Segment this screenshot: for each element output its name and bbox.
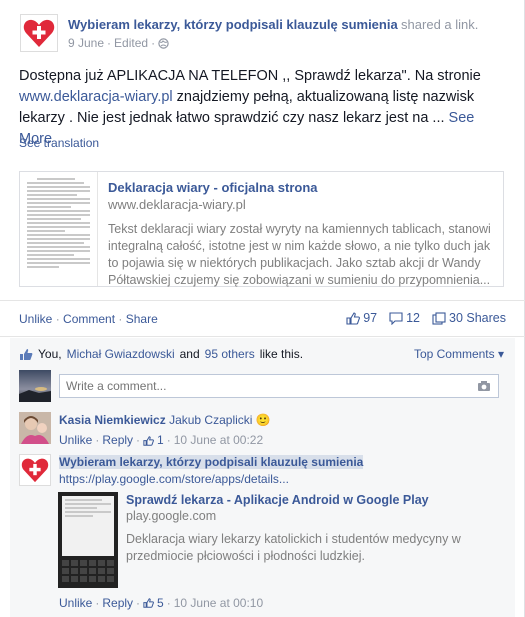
divider [0, 336, 525, 337]
shares-count[interactable]: 30 Shares [432, 311, 506, 325]
comment-timestamp[interactable]: 10 June at 00:22 [174, 432, 263, 449]
heart-cross-icon [23, 19, 55, 47]
user-avatar[interactable] [19, 370, 51, 402]
page-avatar[interactable] [20, 14, 58, 52]
thumbs-up-icon [143, 598, 154, 608]
liker-link[interactable]: Michał Gwiazdowski [67, 347, 175, 361]
thumbs-up-icon [20, 348, 33, 360]
page-name-link[interactable]: Wybieram lekarzy, którzy podpisali klauz… [68, 17, 398, 32]
comment-timestamp[interactable]: 10 June at 00:10 [174, 596, 263, 610]
post-header: Wybieram lekarzy, którzy podpisali klauz… [20, 14, 478, 52]
app-screenshot-thumbnail [58, 492, 118, 588]
comment-link-preview[interactable]: Sprawdź lekarza - Aplikacje Android w Go… [58, 492, 498, 592]
page-avatar[interactable] [19, 454, 51, 486]
comment-input[interactable] [59, 374, 499, 398]
edited-label[interactable]: Edited [114, 34, 148, 52]
unlike-button[interactable]: Unlike [19, 312, 52, 326]
see-translation-link[interactable]: See translation [19, 136, 99, 150]
share-icon [432, 311, 446, 325]
comment-link-title[interactable]: Sprawdź lekarza - Aplikacje Android w Go… [126, 492, 496, 508]
comment-button[interactable]: Comment [63, 312, 115, 326]
shared-link-description: Tekst deklaracji wiary został wyryty na … [108, 222, 491, 287]
comment-bubble-icon [389, 311, 403, 325]
comment-link[interactable]: https://play.google.com/store/apps/detai… [59, 472, 289, 486]
write-comment-row [19, 370, 499, 402]
divider [0, 300, 525, 301]
comment-author-link[interactable]: Wybieram lekarzy, którzy podpisali klauz… [59, 455, 364, 469]
top-comments-dropdown[interactable]: Top Comments ▾ [414, 347, 504, 361]
post-stats: 97 12 30 Shares [346, 311, 506, 325]
thumbs-up-icon [346, 311, 361, 325]
comment-item: Wybieram lekarzy, którzy podpisali klauz… [19, 454, 364, 488]
comment-reply-button[interactable]: Reply [102, 432, 133, 449]
shared-link-url: www.deklaracja-wiary.pl [108, 197, 246, 212]
comment-unlike-button[interactable]: Unlike [59, 596, 92, 610]
likes-summary: You, Michał Gwiazdowski and 95 others li… [19, 347, 303, 361]
post-action-text: shared a link. [401, 17, 479, 32]
globe-icon[interactable] [158, 37, 169, 49]
tagged-user-link[interactable]: Jakub Czaplicki [169, 413, 252, 427]
comment-item: Kasia Niemkiewicz Jakub Czaplicki 🙂 Unli… [19, 412, 271, 449]
post-date[interactable]: 9 June [68, 34, 104, 52]
smile-emoji: 🙂 [255, 413, 271, 427]
share-button[interactable]: Share [126, 312, 158, 326]
comment-link-description: Deklaracja wiary lekarzy katolickich i s… [126, 532, 461, 563]
post-inline-link[interactable]: www.deklaracja-wiary.pl [19, 89, 173, 105]
shared-link-thumbnail [20, 172, 98, 286]
post-card: Wybieram lekarzy, którzy podpisali klauz… [0, 0, 525, 617]
comment-link-url: play.google.com [126, 509, 217, 523]
others-likers-link[interactable]: 95 others [205, 347, 255, 361]
comment-meta-row: Unlike · Reply · 5 · 10 June at 00:10 [59, 596, 264, 610]
likes-count[interactable]: 97 [346, 311, 377, 325]
post-actions: Unlike · Comment · Share [19, 312, 158, 326]
commenter-avatar[interactable] [19, 412, 51, 444]
shared-link-card[interactable]: Deklaracja wiary - oficjalna strona www.… [19, 171, 504, 287]
heart-cross-icon [21, 458, 49, 483]
shared-link-title[interactable]: Deklaracja wiary - oficjalna strona [108, 180, 493, 196]
comments-count[interactable]: 12 [389, 311, 420, 325]
comment-author-link[interactable]: Kasia Niemkiewicz [59, 413, 166, 427]
thumbs-up-icon [143, 435, 154, 446]
comment-reply-button[interactable]: Reply [102, 596, 133, 610]
comment-like-count[interactable]: 1 [157, 432, 164, 449]
camera-icon[interactable] [477, 380, 491, 392]
comment-unlike-button[interactable]: Unlike [59, 432, 92, 449]
comment-like-count[interactable]: 5 [157, 596, 164, 610]
